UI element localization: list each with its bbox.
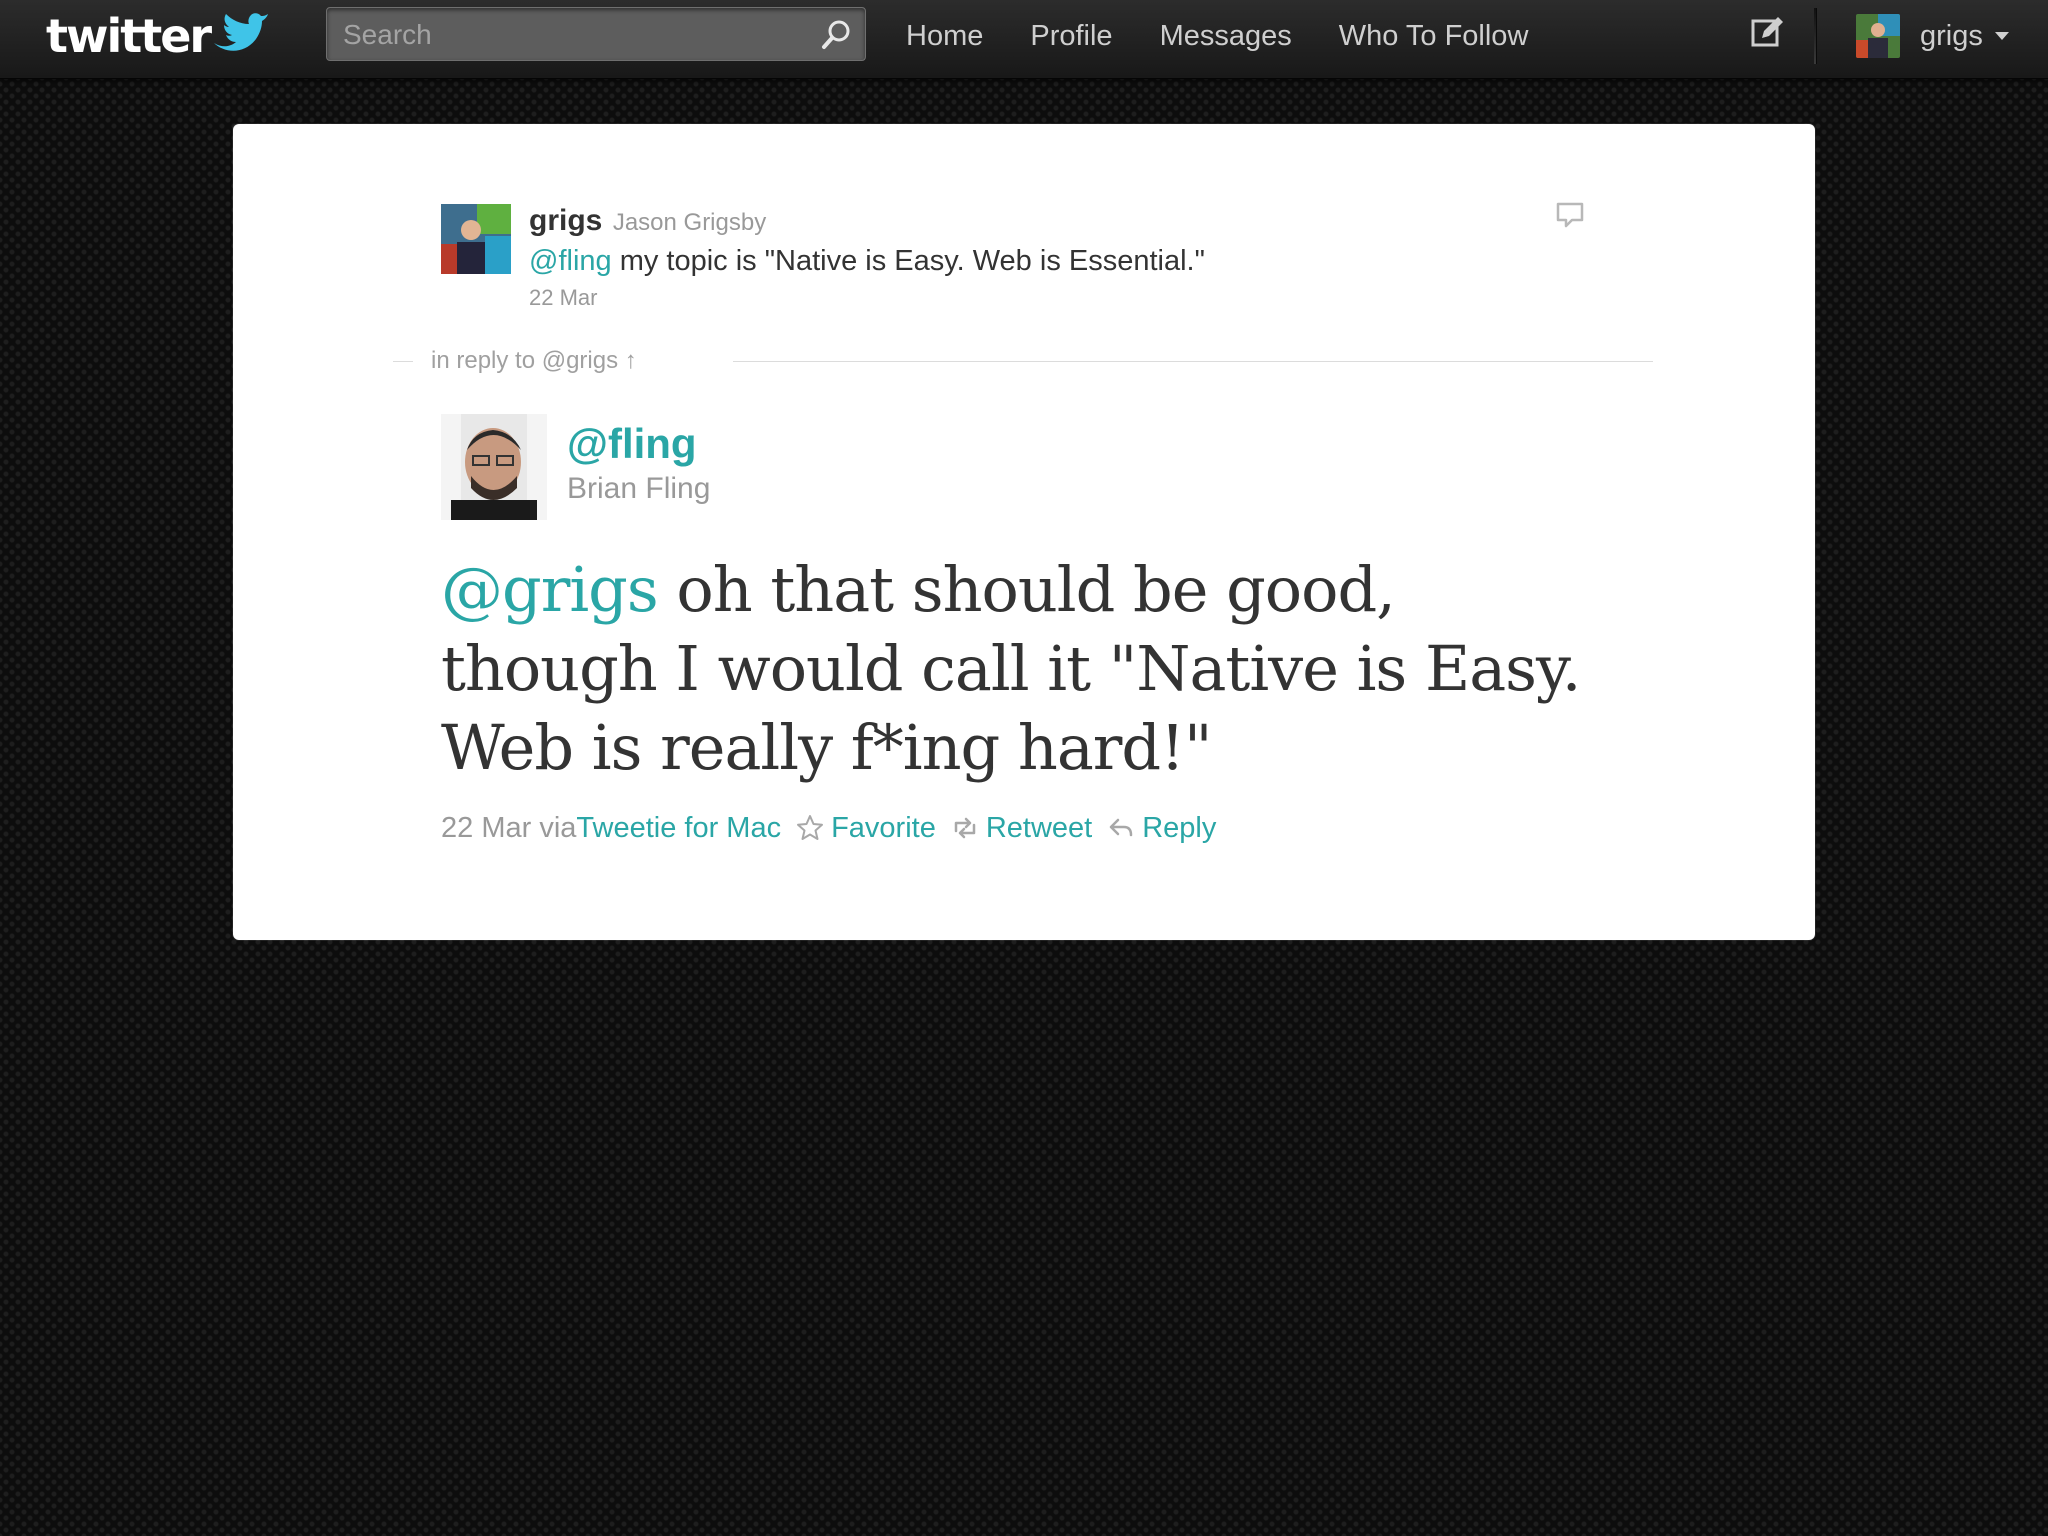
main-mention-link[interactable]: @grigs [441, 553, 659, 626]
top-bar: twitter Home Profile Messages Who To Fol… [0, 0, 2048, 79]
retweet-button[interactable]: Retweet [950, 812, 1092, 845]
main-full-name: Brian Fling [567, 472, 711, 505]
star-icon [797, 815, 824, 840]
parent-timestamp[interactable]: 22 Mar [529, 285, 1569, 311]
reply-button[interactable]: Reply [1106, 812, 1216, 845]
nav-who-to-follow[interactable]: Who To Follow [1339, 14, 1529, 58]
parent-full-name: Jason Grigsby [612, 209, 767, 236]
main-screen-name[interactable]: @fling [567, 420, 697, 468]
topbar-divider [1814, 8, 1817, 64]
account-name: grigs [1920, 19, 1983, 52]
search-input[interactable] [341, 14, 785, 56]
comment-icon[interactable] [1553, 198, 1587, 232]
bird-logo-icon [214, 13, 269, 51]
caret-down-icon [1994, 32, 2009, 40]
nav-messages[interactable]: Messages [1160, 14, 1292, 58]
twitter-logo[interactable]: twitter [46, 6, 269, 66]
tweet-detail-card: grigs Jason Grigsby @fling my topic is "… [233, 124, 1815, 940]
search-box [326, 7, 866, 61]
parent-screen-name[interactable]: grigs [529, 204, 602, 237]
tweet-client-link[interactable]: Tweetie for Mac [576, 812, 781, 845]
parent-tweet-body: grigs Jason Grigsby @fling my topic is "… [529, 204, 1569, 311]
retweet-label: Retweet [985, 811, 1093, 844]
favorite-button[interactable]: Favorite [795, 812, 936, 845]
account-menu[interactable]: grigs [1856, 14, 2009, 58]
retweet-icon [954, 817, 976, 839]
favorite-label: Favorite [831, 811, 936, 844]
compose-icon[interactable] [1750, 16, 1784, 50]
nav-home[interactable]: Home [906, 14, 983, 58]
tweet-meta: 22 Mar via Tweetie for Mac Favorite Retw… [441, 808, 1216, 848]
parent-header: grigs Jason Grigsby [529, 204, 1569, 243]
main-nav: Home Profile Messages Who To Follow [906, 14, 1528, 58]
main-avatar[interactable] [441, 414, 547, 520]
reply-label: Reply [1142, 811, 1217, 844]
separator-line-right [733, 361, 1653, 362]
logo-text: twitter [46, 9, 212, 63]
tweet-date-via: 22 Mar via [441, 811, 577, 844]
nav-profile[interactable]: Profile [1030, 14, 1112, 58]
in-reply-to-separator: in reply to @grigs ↑ [393, 346, 1653, 376]
main-tweet-text: @grigs oh that should be good, though I … [441, 550, 1621, 787]
in-reply-to-link[interactable]: in reply to @grigs ↑ [431, 346, 637, 376]
parent-avatar[interactable] [441, 204, 511, 274]
parent-mention-link[interactable]: @fling [529, 245, 612, 277]
search-icon[interactable] [819, 18, 853, 52]
separator-line-left [393, 361, 413, 362]
account-avatar [1856, 14, 1900, 58]
parent-tweet-text: @fling my topic is "Native is Easy. Web … [529, 241, 1569, 281]
reply-arrow-icon [1109, 818, 1133, 837]
parent-text-content: my topic is "Native is Easy. Web is Esse… [611, 245, 1205, 277]
